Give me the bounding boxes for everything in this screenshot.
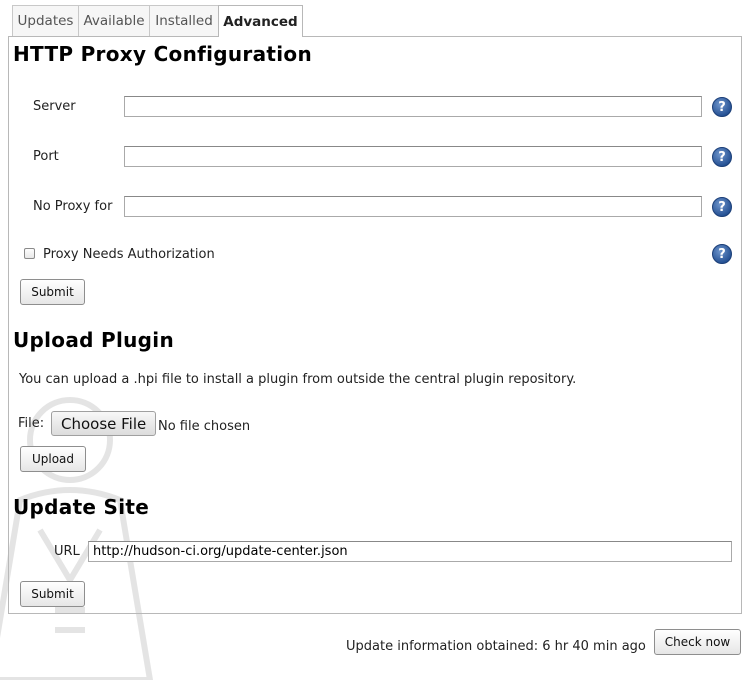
tab-bar: Updates Available Installed Advanced <box>12 5 303 37</box>
server-help-icon[interactable]: ? <box>712 97 732 117</box>
no-proxy-label: No Proxy for <box>33 199 113 214</box>
no-proxy-input[interactable] <box>124 196 702 217</box>
tab-advanced[interactable]: Advanced <box>218 5 303 37</box>
server-label: Server <box>33 99 76 114</box>
tab-available[interactable]: Available <box>78 5 150 36</box>
server-input[interactable] <box>124 96 702 117</box>
port-label: Port <box>33 149 59 164</box>
proxy-auth-help-icon[interactable]: ? <box>712 244 732 264</box>
update-site-submit-button[interactable]: Submit <box>20 581 85 607</box>
upload-section-title: Upload Plugin <box>13 328 174 352</box>
update-info-text: Update information obtained: 6 hr 40 min… <box>346 639 646 654</box>
proxy-auth-label: Proxy Needs Authorization <box>43 247 215 262</box>
proxy-section-title: HTTP Proxy Configuration <box>13 42 312 66</box>
no-file-chosen-text: No file chosen <box>158 419 251 434</box>
check-now-button[interactable]: Check now <box>654 629 741 655</box>
choose-file-button[interactable]: Choose File <box>51 411 157 436</box>
proxy-submit-button[interactable]: Submit <box>20 279 85 305</box>
port-help-icon[interactable]: ? <box>712 147 732 167</box>
file-label: File: <box>18 416 45 431</box>
url-label: URL <box>54 544 80 559</box>
update-site-section-title: Update Site <box>13 495 150 519</box>
advanced-panel <box>8 36 742 614</box>
port-input[interactable] <box>124 146 702 167</box>
no-proxy-help-icon[interactable]: ? <box>712 197 732 217</box>
proxy-auth-checkbox[interactable] <box>24 248 35 259</box>
tab-installed[interactable]: Installed <box>149 5 219 36</box>
upload-button[interactable]: Upload <box>20 446 86 472</box>
tab-updates[interactable]: Updates <box>12 5 79 36</box>
update-site-url-input[interactable] <box>88 541 732 562</box>
upload-description: You can upload a .hpi file to install a … <box>19 372 577 387</box>
